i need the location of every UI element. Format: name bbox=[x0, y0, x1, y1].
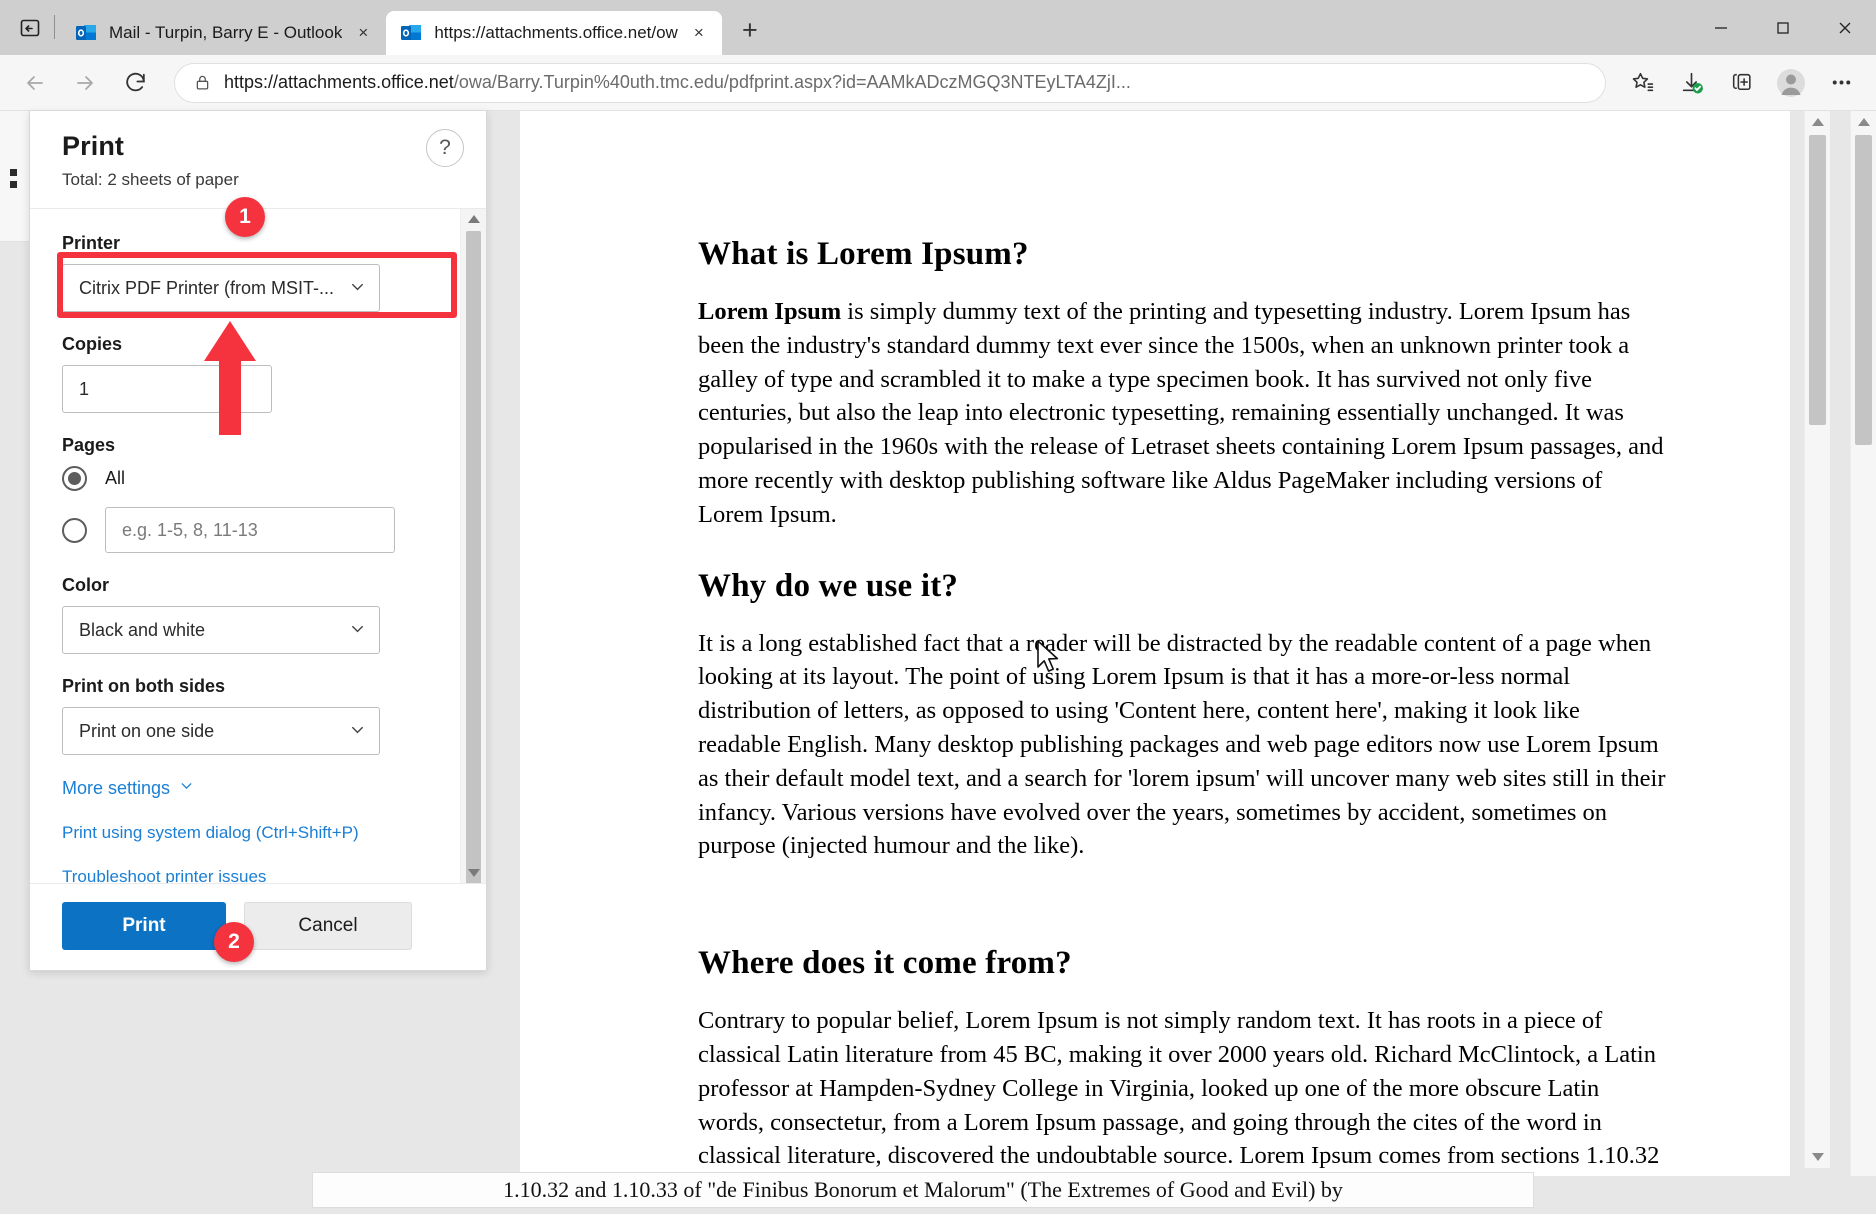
print-dialog: Print Total: 2 sheets of paper ? Printer… bbox=[29, 111, 487, 971]
document-lead-text: Lorem Ipsum bbox=[698, 298, 841, 325]
lock-icon bbox=[193, 73, 212, 92]
print-dialog-body: Printer Citrix PDF Printer (from MSIT-..… bbox=[30, 209, 486, 883]
scroll-down-arrow-icon[interactable] bbox=[461, 863, 486, 883]
print-preview: What is Lorem Ipsum? Lorem Ipsum is simp… bbox=[520, 111, 1790, 1182]
maximize-button[interactable] bbox=[1752, 0, 1814, 55]
downloads-icon[interactable] bbox=[1670, 62, 1712, 104]
window-controls bbox=[1690, 0, 1876, 55]
document-heading: Why do we use it? bbox=[698, 568, 1668, 605]
troubleshoot-row: Troubleshoot printer issues bbox=[62, 861, 448, 883]
document-paragraph: Contrary to popular belief, Lorem Ipsum … bbox=[698, 1004, 1668, 1182]
page-content: Print Total: 2 sheets of paper ? Printer… bbox=[0, 111, 1876, 1214]
chevron-down-icon bbox=[178, 777, 195, 799]
chevron-down-icon bbox=[348, 619, 367, 642]
chevron-down-icon bbox=[348, 277, 367, 300]
pages-all-row[interactable]: All bbox=[62, 466, 448, 491]
print-dialog-header: Print Total: 2 sheets of paper ? bbox=[30, 111, 486, 209]
minimize-button[interactable] bbox=[1690, 0, 1752, 55]
annotation-arrow-up bbox=[200, 319, 260, 439]
both-sides-value: Print on one side bbox=[79, 721, 342, 742]
address-bar[interactable]: https://attachments.office.net/owa/Barry… bbox=[174, 63, 1606, 103]
pages-all-label: All bbox=[105, 468, 125, 489]
document-paragraph: It is a long established fact that a rea… bbox=[698, 627, 1668, 864]
profile-avatar-icon[interactable] bbox=[1770, 62, 1812, 104]
cancel-button[interactable]: Cancel bbox=[244, 902, 412, 950]
printer-value: Citrix PDF Printer (from MSIT-... bbox=[79, 278, 342, 299]
url-domain: https://attachments.office.net bbox=[224, 72, 454, 92]
color-field: Color Black and white bbox=[62, 575, 448, 654]
browser-toolbar: https://attachments.office.net/owa/Barry… bbox=[0, 55, 1876, 111]
sheets-total-text: Total: 2 sheets of paper bbox=[62, 170, 462, 190]
scroll-up-arrow-icon[interactable] bbox=[1851, 111, 1876, 133]
print-dialog-footer: Print Cancel bbox=[30, 883, 486, 970]
printer-select[interactable]: Citrix PDF Printer (from MSIT-... bbox=[62, 264, 380, 312]
print-panel-scrollbar[interactable] bbox=[460, 209, 486, 883]
refresh-icon[interactable] bbox=[114, 62, 156, 104]
outlook-icon bbox=[400, 22, 422, 44]
color-select[interactable]: Black and white bbox=[62, 606, 380, 654]
tab-strip: Mail - Turpin, Barry E - Outlook × https… bbox=[0, 0, 1876, 55]
more-settings-ellipsis-icon[interactable] bbox=[1820, 62, 1862, 104]
both-sides-label: Print on both sides bbox=[62, 676, 448, 697]
annotation-badge-2: 2 bbox=[214, 922, 254, 962]
annotation-badge-1: 1 bbox=[225, 197, 265, 237]
forward-arrow-icon[interactable] bbox=[64, 62, 106, 104]
page-range-input[interactable]: e.g. 1-5, 8, 11-13 bbox=[105, 507, 395, 553]
close-icon[interactable]: × bbox=[350, 20, 376, 46]
document-heading: What is Lorem Ipsum? bbox=[698, 236, 1668, 273]
browser-window: Mail - Turpin, Barry E - Outlook × https… bbox=[0, 0, 1876, 1214]
document-paragraph: Lorem Ipsum is simply dummy text of the … bbox=[698, 295, 1668, 532]
print-button[interactable]: Print bbox=[62, 902, 226, 950]
color-label: Color bbox=[62, 575, 448, 596]
both-sides-select[interactable]: Print on one side bbox=[62, 707, 380, 755]
url-text: https://attachments.office.net/owa/Barry… bbox=[224, 72, 1131, 93]
help-icon[interactable]: ? bbox=[426, 129, 464, 167]
more-settings-row: More settings bbox=[62, 777, 448, 799]
printer-field: Printer Citrix PDF Printer (from MSIT-..… bbox=[62, 233, 448, 312]
collections-icon[interactable] bbox=[1720, 62, 1762, 104]
outlook-icon bbox=[75, 22, 97, 44]
tab-title: https://attachments.office.net/ow bbox=[434, 23, 678, 43]
document-body-text: is simply dummy text of the printing and… bbox=[698, 298, 1663, 528]
tab-actions-icon[interactable] bbox=[8, 6, 52, 50]
radio-all[interactable] bbox=[62, 466, 87, 491]
left-gutter bbox=[0, 111, 29, 1214]
scroll-up-arrow-icon[interactable] bbox=[461, 209, 486, 229]
system-dialog-row: Print using system dialog (Ctrl+Shift+P) bbox=[62, 817, 448, 843]
document-heading: Where does it come from? bbox=[698, 945, 1668, 982]
pages-range-row[interactable]: e.g. 1-5, 8, 11-13 bbox=[62, 507, 448, 553]
radio-custom-range[interactable] bbox=[62, 518, 87, 543]
back-arrow-icon[interactable] bbox=[14, 62, 56, 104]
url-path: /owa/Barry.Turpin%40uth.tmc.edu/pdfprint… bbox=[454, 72, 1131, 92]
page-title: Print bbox=[62, 131, 462, 162]
more-settings-label: More settings bbox=[62, 778, 170, 799]
tab-title: Mail - Turpin, Barry E - Outlook bbox=[109, 23, 342, 43]
tab-attachments-office[interactable]: https://attachments.office.net/ow × bbox=[386, 11, 722, 55]
favorites-star-icon[interactable] bbox=[1620, 62, 1662, 104]
preview-scrollbar-inner[interactable] bbox=[1804, 111, 1830, 1168]
page-scrollbar-outer[interactable] bbox=[1850, 111, 1876, 1214]
new-tab-button[interactable]: + bbox=[730, 10, 770, 50]
print-system-dialog-link[interactable]: Print using system dialog (Ctrl+Shift+P) bbox=[62, 823, 359, 843]
tab-mail-outlook[interactable]: Mail - Turpin, Barry E - Outlook × bbox=[61, 11, 386, 55]
status-tooltip: 1.10.32 and 1.10.33 of "de Finibus Bonor… bbox=[312, 1172, 1534, 1208]
document-page: What is Lorem Ipsum? Lorem Ipsum is simp… bbox=[520, 128, 1790, 1182]
troubleshoot-printer-link[interactable]: Troubleshoot printer issues bbox=[62, 867, 266, 883]
scroll-down-arrow-icon[interactable] bbox=[1805, 1146, 1830, 1168]
pages-field: Pages All e.g. 1-5, 8, 11-13 bbox=[62, 435, 448, 553]
color-value: Black and white bbox=[79, 620, 342, 641]
both-sides-field: Print on both sides Print on one side bbox=[62, 676, 448, 755]
chevron-down-icon bbox=[348, 720, 367, 743]
more-settings-toggle[interactable]: More settings bbox=[62, 777, 448, 799]
scrollbar-thumb[interactable] bbox=[1809, 135, 1826, 425]
close-window-button[interactable] bbox=[1814, 0, 1876, 55]
scroll-up-arrow-icon[interactable] bbox=[1805, 111, 1830, 133]
tab-divider bbox=[54, 15, 55, 39]
scrollbar-thumb[interactable] bbox=[1855, 135, 1872, 445]
drag-handle-dots-icon[interactable] bbox=[10, 169, 19, 191]
close-icon[interactable]: × bbox=[686, 20, 712, 46]
scrollbar-thumb[interactable] bbox=[466, 231, 481, 883]
printer-label: Printer bbox=[62, 233, 448, 254]
